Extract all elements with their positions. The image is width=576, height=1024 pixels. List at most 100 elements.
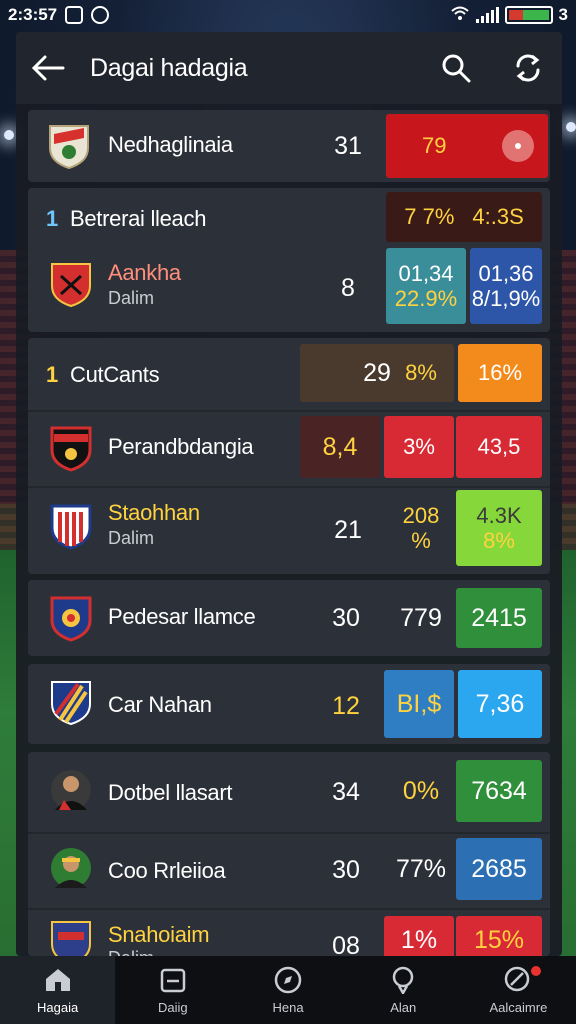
stat-value: 16% xyxy=(477,360,523,386)
rank-number: 1 xyxy=(46,362,59,387)
search-icon xyxy=(442,54,471,83)
ball-icon xyxy=(388,966,418,994)
team-name: Coo Rrleiioa xyxy=(108,858,226,883)
stat-value: BI,$ xyxy=(396,689,442,718)
team-stat: 31 xyxy=(334,132,362,160)
team-stat: 30 xyxy=(332,604,360,632)
nav-item-schedule[interactable]: Daiig xyxy=(115,956,230,1024)
stat-value: 79 xyxy=(422,133,447,159)
stat-cell: 15% xyxy=(456,916,542,956)
nav-label: Daiig xyxy=(157,999,188,1015)
stat-cell: 2415 xyxy=(456,588,542,648)
floodlight xyxy=(566,122,576,132)
status-time: 2:3:57 xyxy=(8,5,58,24)
bottom-navigation: Hagaia Daiig Hena Alan Aalcaimre xyxy=(0,956,576,1024)
stat-value: 2415 xyxy=(471,603,527,632)
stat-value: 7,36 xyxy=(475,689,525,718)
search-button[interactable] xyxy=(438,50,474,86)
stat-value: 22.9% xyxy=(394,286,458,311)
app-header: Dagai hadagia xyxy=(16,32,562,104)
team-stat: 21 xyxy=(334,516,362,544)
stat-cell: 7,36 xyxy=(458,670,542,738)
divider xyxy=(28,832,550,834)
nav-label: Aalcaimre xyxy=(489,999,548,1015)
battery-icon xyxy=(504,6,553,24)
refresh-icon xyxy=(516,54,540,82)
search-alert-icon xyxy=(503,966,533,994)
stat-value: 01,36 xyxy=(478,260,534,286)
stat-cell: 0% xyxy=(388,760,454,822)
divider xyxy=(28,908,550,910)
nav-item-matches[interactable]: Alan xyxy=(346,956,461,1024)
nav-item-alerts[interactable]: Aalcaimre xyxy=(461,956,576,1024)
team-crest-icon xyxy=(50,504,92,550)
stat-cell: 3% xyxy=(384,416,454,478)
back-button[interactable] xyxy=(28,48,68,88)
stat-cell: 2685 xyxy=(456,838,542,900)
team-name: Snahoiaim xyxy=(108,922,210,947)
stat-value: 4:.3S xyxy=(472,204,524,230)
notification-icon xyxy=(65,6,84,24)
rank-number: 1 xyxy=(46,206,59,231)
calendar-icon xyxy=(158,966,188,994)
stat-value: 15% xyxy=(473,925,525,954)
stat-cell: 7634 xyxy=(456,760,542,822)
stat-value: 0% xyxy=(402,776,440,805)
stat-cell: BI,$ xyxy=(384,670,454,738)
stat-value: 2685 xyxy=(471,854,527,883)
stat-cell: 01,36 8/1,9% xyxy=(470,248,542,324)
team-name: Nedhaglinaia xyxy=(108,132,233,157)
divider xyxy=(28,410,550,412)
team-name: Betrerai lleach xyxy=(70,206,207,231)
team-crest-icon xyxy=(49,125,89,170)
list-item[interactable]: Pedesar llamce 30 779 2415 xyxy=(28,580,550,656)
nav-label: Hagaia xyxy=(37,999,79,1015)
wifi-icon xyxy=(450,5,470,26)
list-item[interactable]: Car Nahan 12 BI,$ 7,36 xyxy=(28,664,550,744)
team-crest-icon xyxy=(51,681,91,726)
stat-cell: 208% xyxy=(388,490,454,566)
stat-value: % xyxy=(411,528,431,553)
team-name: CutCants xyxy=(70,362,160,387)
team-crest-icon xyxy=(51,921,91,956)
nav-label: Hena xyxy=(272,999,304,1015)
stat-value: 01,34 xyxy=(398,260,454,286)
refresh-button[interactable] xyxy=(510,50,546,86)
stat-cell: 01,34 22.9% xyxy=(386,248,466,324)
team-stat: 8 xyxy=(341,274,355,302)
stat-value: 3% xyxy=(403,434,435,460)
list-item[interactable]: Nedhaglinaia 31 79 xyxy=(28,110,550,182)
stat-value: 7634 xyxy=(471,776,527,805)
player-avatar xyxy=(51,848,91,888)
team-stat: 12 xyxy=(332,692,360,720)
stat-value: 4.3K xyxy=(476,502,522,528)
team-crest-icon xyxy=(50,426,92,472)
sync-status-icon xyxy=(91,6,110,24)
battery-level: 3 xyxy=(558,5,568,24)
team-name: Dotbel llasart xyxy=(108,780,233,805)
stat-cell: 8% xyxy=(388,344,454,402)
stat-cell: 43,5 xyxy=(456,416,542,478)
team-stat: 34 xyxy=(332,778,360,806)
stat-value: 1% xyxy=(400,925,438,954)
nav-item-home[interactable]: Hagaia xyxy=(0,956,116,1024)
arrow-left-icon xyxy=(31,55,65,81)
page-title: Dagai hadagia xyxy=(90,53,248,82)
nav-label: Alan xyxy=(390,999,417,1015)
nav-item-explore[interactable]: Hena xyxy=(230,956,345,1024)
stat-value: 8/1,9% xyxy=(471,286,541,311)
stat-cell: 4.3K 8% xyxy=(456,490,542,566)
notification-badge xyxy=(530,966,541,976)
group-card: Dotbel llasart 34 0% 7634 Coo Rrleiioa 3… xyxy=(28,752,550,956)
compass-icon xyxy=(273,966,303,994)
team-name: Pedesar llamce xyxy=(108,604,256,629)
stat-value: 779 xyxy=(400,603,442,632)
divider xyxy=(28,486,550,488)
team-name: Aankha xyxy=(108,260,181,285)
signal-icon xyxy=(475,7,499,23)
stat-value: 43,5 xyxy=(477,434,521,460)
team-crest-icon xyxy=(51,263,91,308)
home-icon xyxy=(43,966,73,994)
team-name: Car Nahan xyxy=(108,692,212,717)
more-options-button[interactable] xyxy=(502,130,534,162)
